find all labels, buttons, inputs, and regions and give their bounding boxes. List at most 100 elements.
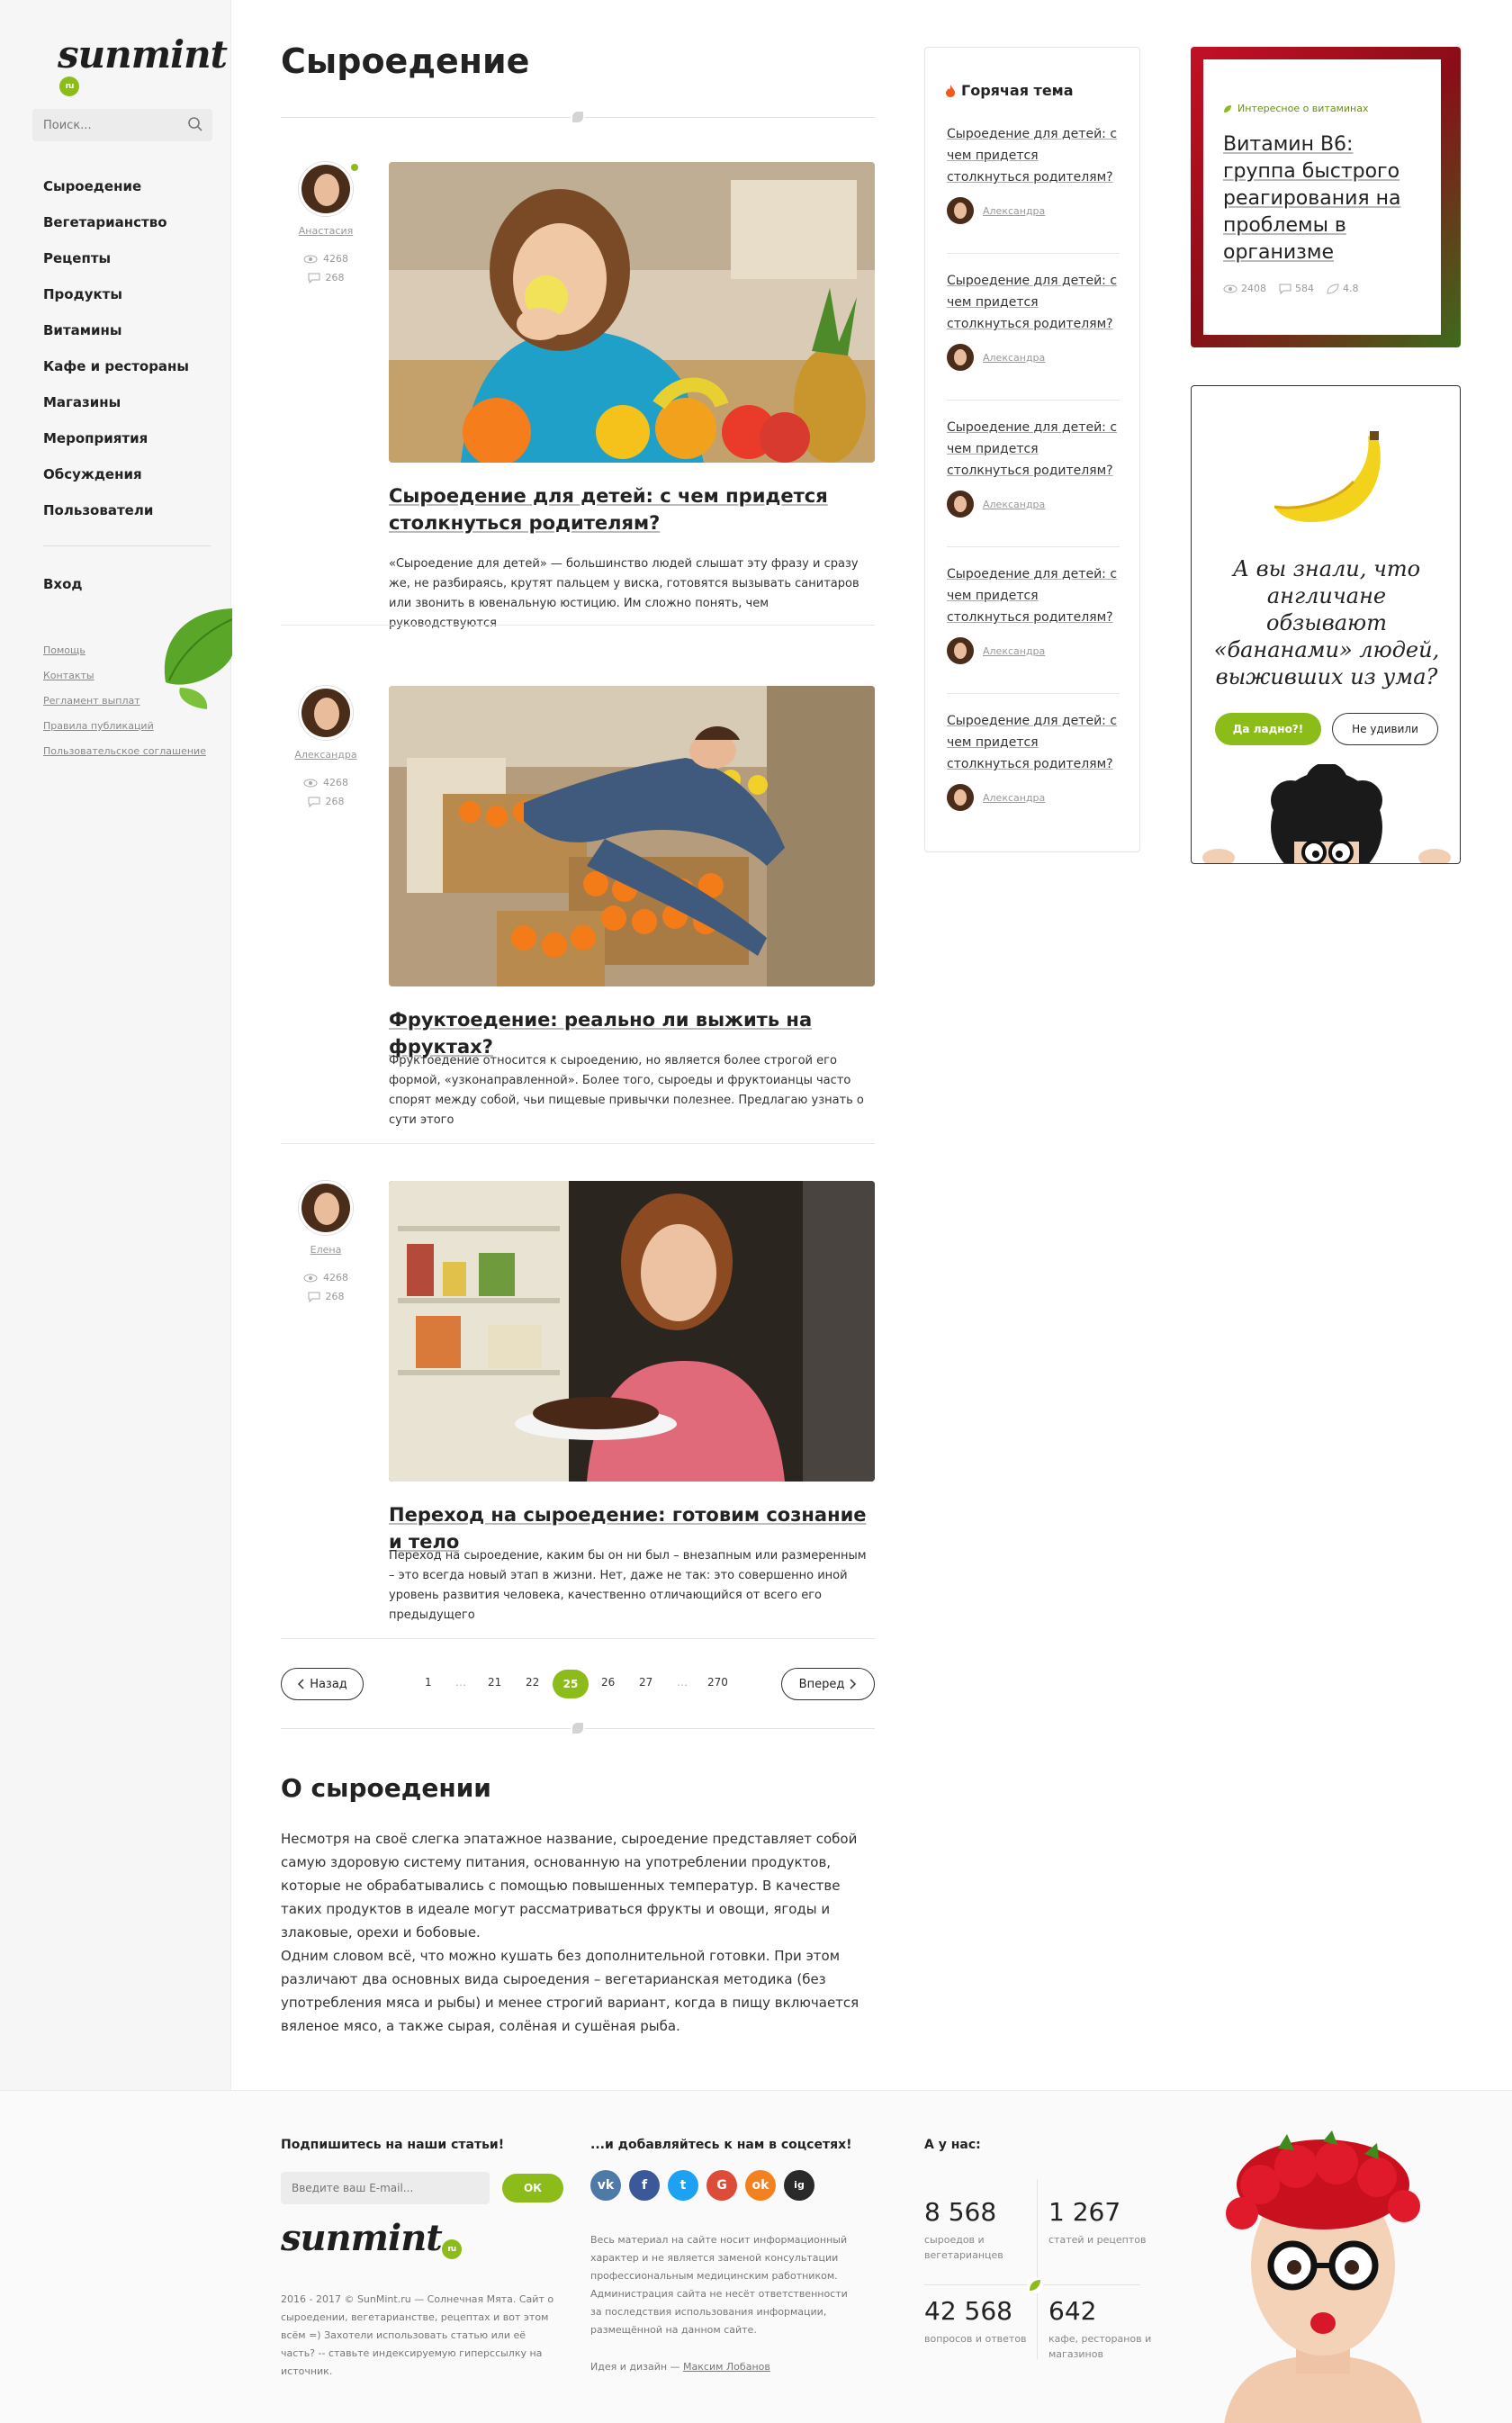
- menu-divider: [43, 545, 211, 546]
- hot-topic-item[interactable]: Сыроедение для детей: с чем придется сто…: [947, 123, 1120, 224]
- article-title[interactable]: Сыроедение для детей: с чем придется сто…: [389, 482, 875, 536]
- views-value: 4268: [323, 253, 348, 265]
- menu-item[interactable]: Обсуждения: [43, 466, 189, 502]
- comment-icon: [308, 1292, 320, 1302]
- article-photo[interactable]: [389, 162, 875, 463]
- hot-author-name: Александра: [983, 791, 1046, 804]
- subscribe-ok-button[interactable]: ОК: [502, 2174, 563, 2202]
- stats-divider: [1037, 2179, 1038, 2359]
- avatar: [947, 344, 974, 371]
- search-icon[interactable]: [187, 116, 203, 132]
- stat-label: кафе, ресторанов и магазинов: [1048, 2333, 1152, 2360]
- vitamin-promo-card[interactable]: Интересное о витаминах Витамин B6: групп…: [1191, 47, 1461, 347]
- hot-question[interactable]: Сыроедение для детей: с чем придется сто…: [947, 710, 1120, 775]
- hot-topic-item[interactable]: Сыроедение для детей: с чем придется сто…: [947, 270, 1120, 371]
- banana-icon: [1274, 431, 1381, 523]
- facebook-icon[interactable]: f: [629, 2170, 660, 2201]
- menu-item[interactable]: Кафе и рестораны: [43, 358, 189, 394]
- menu-item[interactable]: Витамины: [43, 322, 189, 358]
- instagram-icon[interactable]: ig: [784, 2170, 814, 2201]
- menu-item[interactable]: Рецепты: [43, 250, 189, 286]
- avatar[interactable]: [299, 162, 353, 216]
- hot-author[interactable]: Александра: [947, 637, 1120, 664]
- hot-question[interactable]: Сыроедение для детей: с чем придется сто…: [947, 270, 1120, 335]
- author-name[interactable]: Елена: [281, 1244, 371, 1256]
- menu-item[interactable]: Вегетарианство: [43, 214, 189, 250]
- info-link[interactable]: Контакты: [43, 670, 206, 695]
- hot-divider: [947, 400, 1120, 401]
- email-input[interactable]: [281, 2172, 490, 2204]
- prev-page-button[interactable]: Назад: [281, 1668, 364, 1700]
- page-link[interactable]: 21: [488, 1676, 501, 1689]
- about-paragraph: Несмотря на своё слегка эпатажное назван…: [281, 1831, 858, 1941]
- menu-item[interactable]: Магазины: [43, 394, 189, 430]
- hot-author[interactable]: Александра: [947, 197, 1120, 224]
- hot-author[interactable]: Александра: [947, 344, 1120, 371]
- article-author: Александра 4268 268: [281, 686, 371, 807]
- article-card: Александра 4268 268 Фруктоедение: реальн…: [281, 686, 875, 1154]
- chevron-right-icon: [850, 1679, 857, 1689]
- design-credit: Идея и дизайн — Максим Лобанов: [590, 2361, 770, 2373]
- hot-question[interactable]: Сыроедение для детей: с чем придется сто…: [947, 123, 1120, 188]
- vk-icon[interactable]: vk: [590, 2170, 621, 2201]
- logo-text: sunmint: [58, 32, 228, 77]
- search-input[interactable]: [32, 109, 176, 141]
- article-photo[interactable]: [389, 686, 875, 986]
- avatar[interactable]: [299, 1181, 353, 1235]
- avatar: [947, 637, 974, 664]
- hot-question[interactable]: Сыроедение для детей: с чем придется сто…: [947, 417, 1120, 482]
- hot-topic-item[interactable]: Сыроедение для детей: с чем придется сто…: [947, 710, 1120, 811]
- author-name[interactable]: Александра: [281, 749, 371, 761]
- online-indicator: [349, 162, 360, 173]
- info-link[interactable]: Правила публикаций: [43, 720, 206, 745]
- really-button[interactable]: Да ладно?!: [1215, 713, 1321, 745]
- comment-icon: [308, 273, 320, 284]
- page-link[interactable]: 22: [526, 1676, 539, 1689]
- prev-label: Назад: [310, 1677, 347, 1691]
- page-link[interactable]: 26: [601, 1676, 615, 1689]
- current-page[interactable]: 25: [553, 1670, 589, 1698]
- odnoklassniki-icon[interactable]: ok: [745, 2170, 776, 2201]
- hot-author[interactable]: Александра: [947, 491, 1120, 518]
- subscribe-title: Подпишитесь на наши статьи!: [281, 2138, 505, 2152]
- menu-item[interactable]: Пользователи: [43, 502, 189, 538]
- rating-value: 4.8: [1343, 283, 1359, 294]
- menu-item[interactable]: Продукты: [43, 286, 189, 322]
- search-box: [32, 109, 212, 141]
- next-page-button[interactable]: Вперед: [781, 1668, 875, 1700]
- info-link[interactable]: Регламент выплат: [43, 695, 206, 720]
- google-plus-icon[interactable]: G: [706, 2170, 737, 2201]
- page-link[interactable]: 27: [639, 1676, 652, 1689]
- login-link[interactable]: Вход: [43, 576, 83, 592]
- designer-link[interactable]: Максим Лобанов: [683, 2361, 770, 2373]
- logo-text: sunmint: [281, 2217, 443, 2259]
- page-link[interactable]: 270: [707, 1676, 728, 1689]
- eye-icon: [303, 255, 318, 263]
- stat-number: 42 568: [924, 2296, 1012, 2326]
- site-logo[interactable]: sunmintru: [58, 32, 230, 121]
- hot-question[interactable]: Сыроедение для детей: с чем придется сто…: [947, 563, 1120, 628]
- vitamin-stats: 2408 584 4.8: [1223, 283, 1359, 294]
- chevron-left-icon: [298, 1679, 304, 1689]
- leaf-rating-icon: [1327, 283, 1339, 294]
- hot-author-name: Александра: [983, 498, 1046, 510]
- hot-topic-item[interactable]: Сыроедение для детей: с чем придется сто…: [947, 563, 1120, 664]
- page-link[interactable]: 1: [425, 1676, 432, 1689]
- hot-topic-item[interactable]: Сыроедение для детей: с чем придется сто…: [947, 417, 1120, 518]
- menu-item[interactable]: Мероприятия: [43, 430, 189, 466]
- comments-value: 268: [325, 272, 345, 284]
- article-photo[interactable]: [389, 1181, 875, 1482]
- menu-item[interactable]: Сыроедение: [43, 178, 189, 214]
- hot-divider: [947, 693, 1120, 694]
- twitter-icon[interactable]: t: [668, 2170, 698, 2201]
- avatar[interactable]: [299, 686, 353, 740]
- info-link[interactable]: Пользовательское соглашение: [43, 745, 206, 770]
- footer-logo[interactable]: sunmint ru: [281, 2217, 462, 2259]
- pagination: Назад 1 … 21 22 25 26 27 … 270 Вперед: [281, 1668, 875, 1700]
- hot-author[interactable]: Александра: [947, 784, 1120, 811]
- author-name[interactable]: Анастасия: [281, 225, 371, 237]
- stat-counter: 42 568 вопросов и ответов: [924, 2296, 1032, 2346]
- info-link[interactable]: Помощь: [43, 644, 206, 670]
- not-surprised-button[interactable]: Не удивили: [1332, 713, 1438, 745]
- vitamin-title[interactable]: Витамин B6: группа быстрого реагирования…: [1223, 131, 1430, 266]
